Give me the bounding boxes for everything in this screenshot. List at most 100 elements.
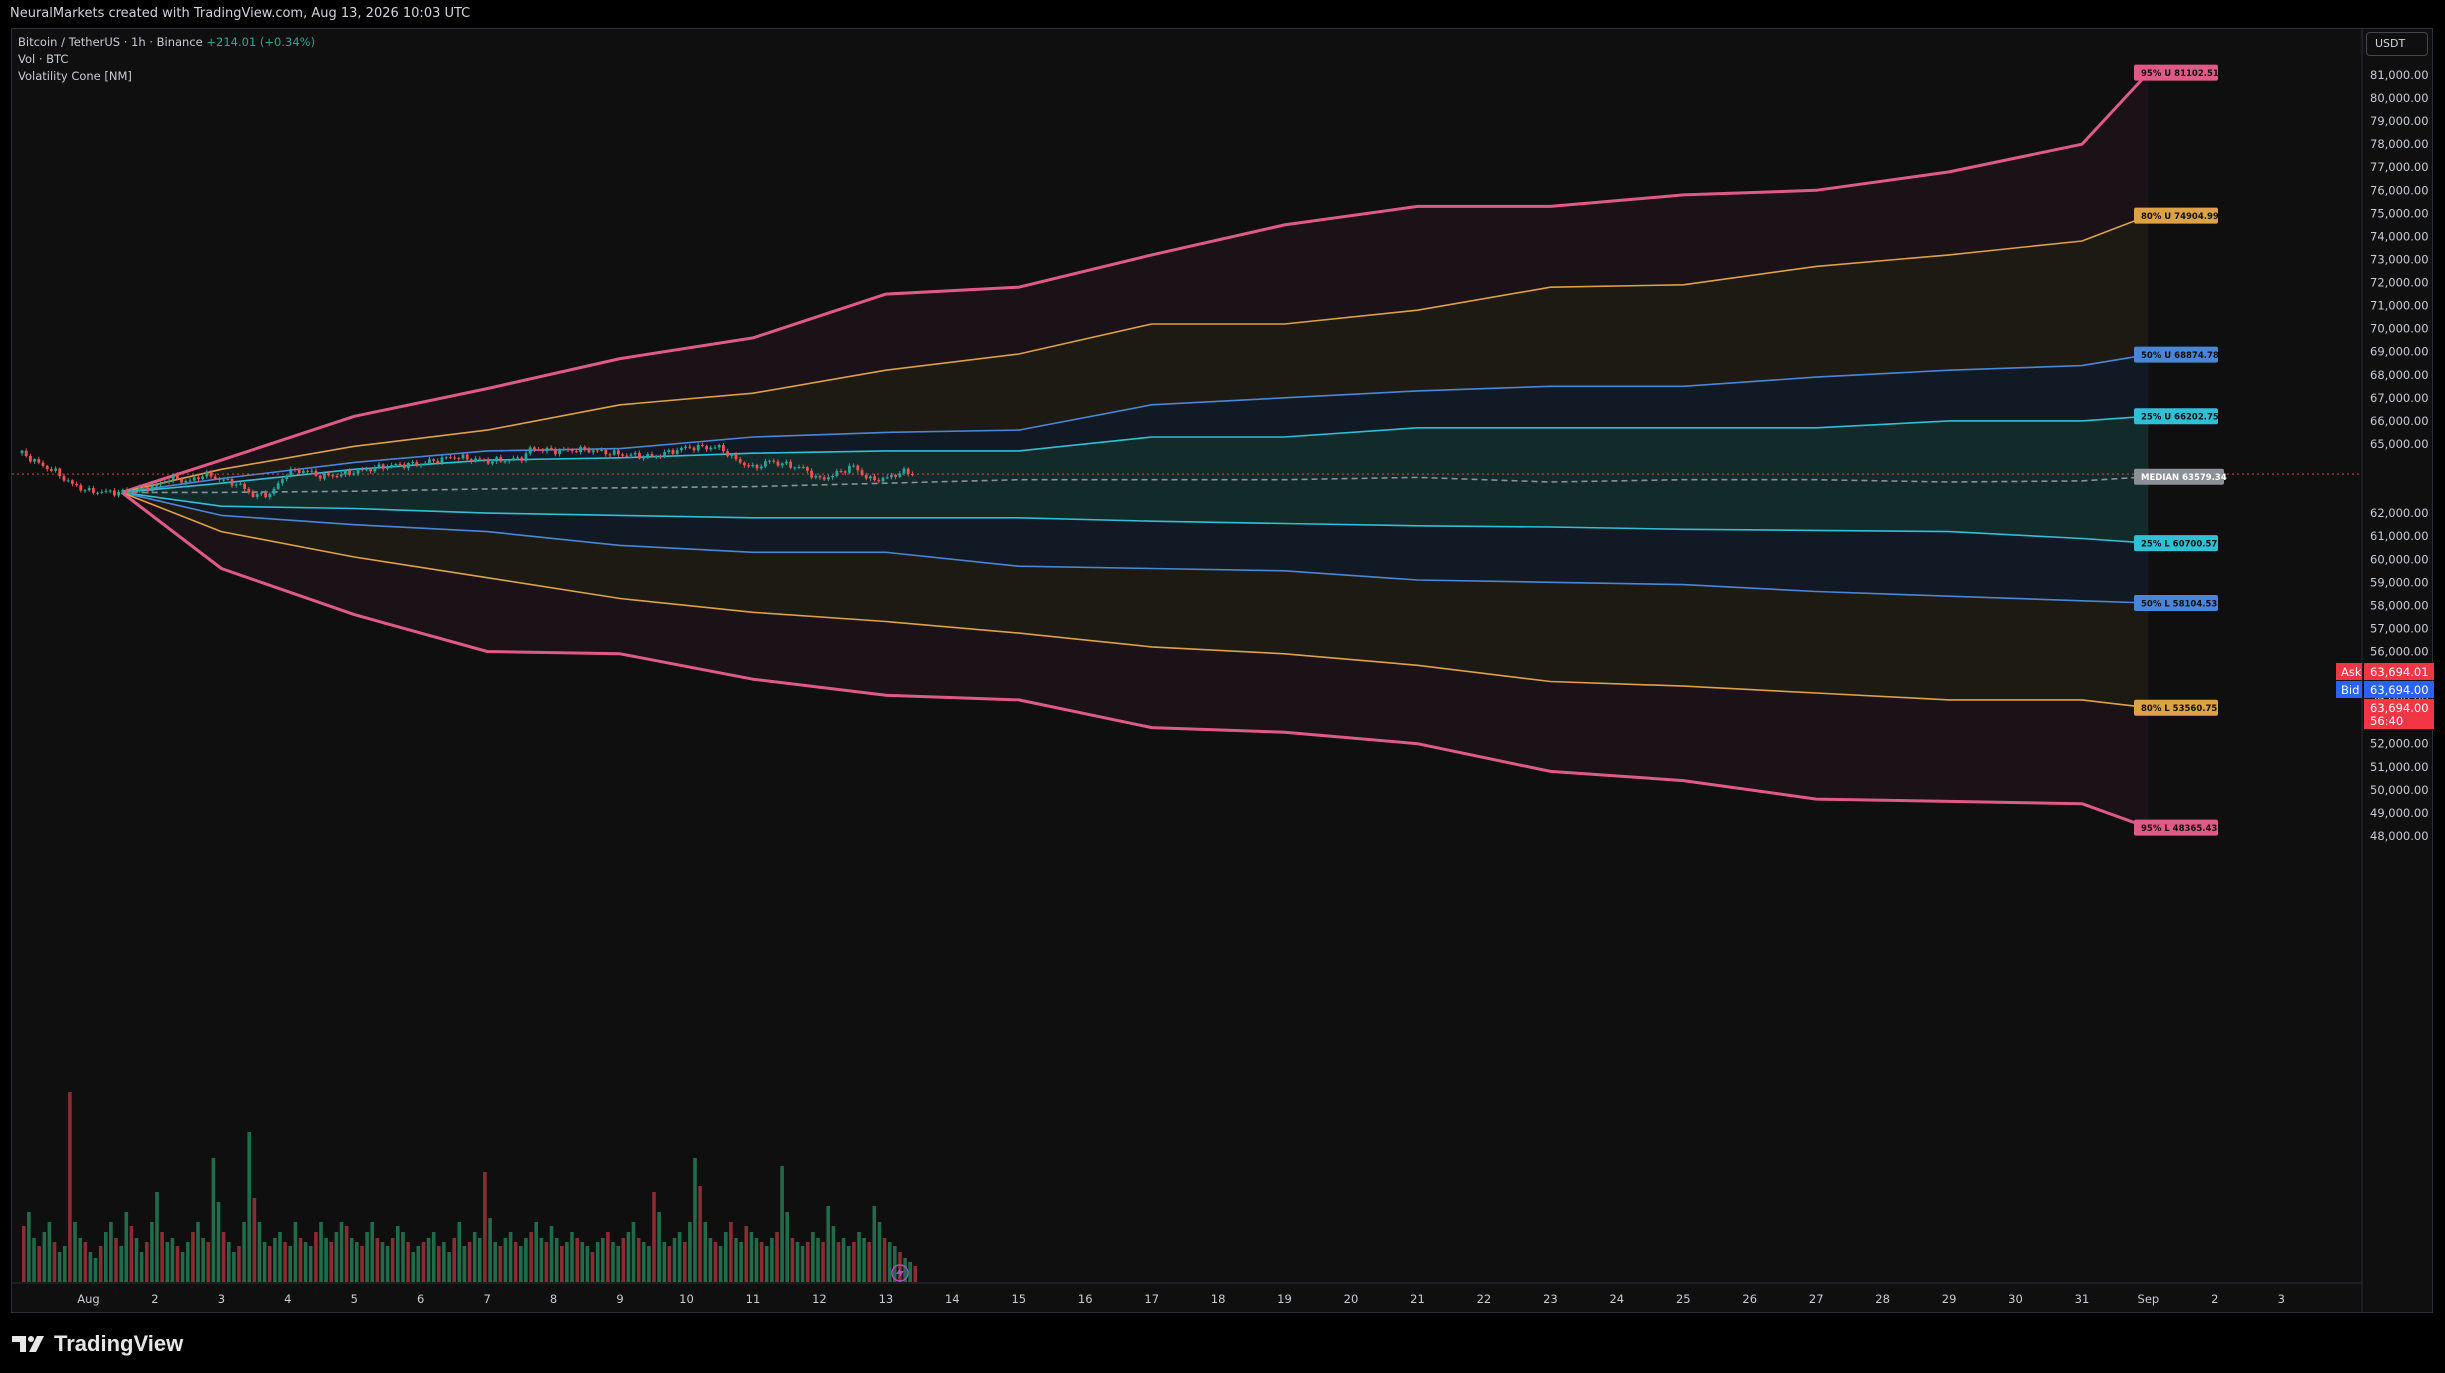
candle-body: [125, 489, 129, 493]
candle-body: [381, 464, 385, 469]
candle-body: [583, 446, 587, 450]
candle-body: [390, 465, 393, 467]
x-tick-label: 18: [1211, 1292, 1226, 1306]
candle-body: [79, 485, 83, 491]
candle-body: [218, 478, 221, 480]
currency-unit-button[interactable]: USDT: [2366, 32, 2428, 56]
volume-bar: [595, 1242, 600, 1282]
candle-body: [129, 491, 133, 493]
candle-body: [226, 479, 230, 480]
volume-bar: [677, 1232, 682, 1282]
volume-bar: [390, 1238, 395, 1282]
candle-body: [297, 469, 301, 473]
volume-bar: [421, 1242, 426, 1282]
volume-bar: [426, 1238, 431, 1282]
volume-bar: [724, 1232, 728, 1282]
candle-body: [856, 465, 860, 471]
candle-body: [789, 461, 792, 468]
volume-bar: [770, 1238, 774, 1282]
volume-bar: [821, 1242, 825, 1282]
x-tick-label: 16: [1078, 1292, 1093, 1306]
candle-body: [692, 447, 696, 451]
candle-body: [50, 469, 53, 471]
volatility-cone-chart[interactable]: 81,000.00 80,000.00 79,000.00 78,000.00 77,0…: [0, 0, 2445, 1313]
candle-body: [755, 464, 759, 469]
candle-body: [558, 449, 561, 454]
x-tick-label: 3: [2278, 1292, 2285, 1306]
x-tick-label: Sep: [2138, 1292, 2160, 1306]
x-tick-label: 9: [616, 1292, 623, 1306]
volume-bar: [836, 1242, 841, 1282]
candle-body: [289, 468, 293, 476]
candle-body: [881, 477, 885, 482]
candle-body: [486, 459, 490, 464]
x-tick-label: 17: [1144, 1292, 1159, 1306]
candle-body: [260, 492, 263, 494]
x-tick-label: 27: [1809, 1292, 1824, 1306]
candle-body: [738, 459, 742, 463]
volume-bar: [795, 1242, 800, 1282]
candle-body: [848, 465, 851, 473]
volume-bar: [401, 1232, 405, 1282]
volume-bar: [882, 1238, 887, 1282]
volume-bar: [201, 1238, 205, 1282]
candle-body: [503, 461, 507, 463]
volume-bar: [406, 1242, 410, 1282]
candle-body: [524, 453, 528, 461]
volume-bar: [754, 1238, 759, 1282]
volume-bar: [227, 1242, 231, 1282]
candle-body: [814, 475, 818, 478]
x-tick-label: 19: [1277, 1292, 1292, 1306]
legend-volume[interactable]: Vol · BTC: [18, 51, 315, 68]
candle-body: [579, 446, 582, 453]
volume-bar: [267, 1246, 272, 1282]
volume-bar: [508, 1232, 513, 1282]
candle-body: [29, 456, 32, 462]
candle-body: [96, 492, 99, 494]
volume-bar: [186, 1242, 190, 1282]
candle-body: [667, 450, 671, 452]
volume-bar: [88, 1252, 93, 1282]
candle-body: [785, 461, 788, 464]
volume-bar: [288, 1246, 292, 1282]
tradingview-logo[interactable]: TradingView: [12, 1331, 183, 1357]
volume-bar: [416, 1246, 421, 1282]
candle-body: [369, 469, 372, 472]
volume-bar: [913, 1266, 918, 1282]
candle-body: [621, 454, 624, 456]
volume-bar: [616, 1246, 620, 1282]
candle-body: [423, 463, 427, 465]
volume-bar: [790, 1238, 795, 1282]
volume-bar: [621, 1238, 626, 1282]
volume-bar: [780, 1166, 784, 1282]
volume-bar: [355, 1242, 359, 1282]
volume-bar: [544, 1242, 549, 1282]
y-tick-label: 79,000.00: [2370, 114, 2429, 128]
candle-body: [159, 483, 162, 485]
volume-bar: [688, 1222, 692, 1282]
candle-body: [146, 487, 150, 492]
volume-bar: [242, 1222, 246, 1282]
legend-indicator[interactable]: Volatility Cone [NM]: [18, 68, 315, 85]
volume-bar: [452, 1238, 456, 1282]
volume-bar: [708, 1238, 713, 1282]
candle-body: [659, 456, 662, 458]
candle-body: [810, 470, 813, 478]
volume-bar: [698, 1186, 702, 1282]
candle-body: [869, 476, 872, 479]
volume-bar: [503, 1238, 508, 1282]
candle-body: [759, 466, 763, 469]
candle-body: [41, 462, 45, 466]
y-tick-label: 77,000.00: [2370, 160, 2429, 174]
legend-symbol-row[interactable]: Bitcoin / TetherUS · 1h · Binance +214.0…: [18, 34, 315, 51]
candle-body: [339, 474, 343, 477]
volume-bar: [565, 1242, 569, 1282]
candle-body: [663, 452, 666, 457]
candle-body: [633, 452, 637, 455]
candle-body: [142, 487, 146, 488]
candle-body: [66, 480, 70, 482]
volume-bar: [329, 1242, 333, 1282]
level-tag-label: 80% L 53560.75: [2141, 704, 2217, 714]
volume-bar: [221, 1232, 226, 1282]
volume-bar: [63, 1246, 67, 1282]
